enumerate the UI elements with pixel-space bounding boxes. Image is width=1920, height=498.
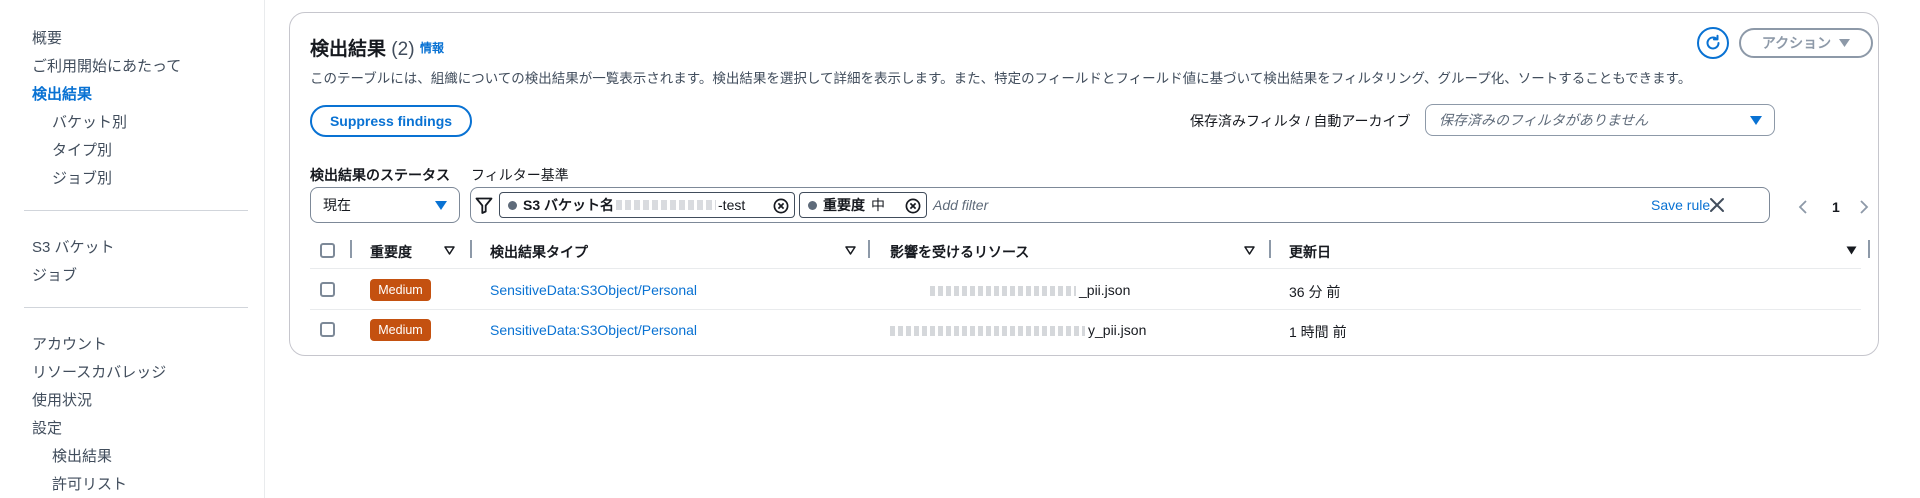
chevron-right-icon[interactable] (1859, 199, 1869, 215)
updated-time: 36 分 前 (1289, 284, 1341, 300)
filter-bar[interactable]: S3 バケット名 -test 重要度 中 Add filter Save rul… (470, 187, 1770, 223)
row-checkbox[interactable] (320, 322, 335, 337)
select-all-checkbox[interactable] (320, 243, 335, 258)
token-value: -test (718, 197, 746, 213)
column-header-finding-type[interactable]: 検出結果タイプ (490, 242, 588, 262)
column-header-severity[interactable]: 重要度 (370, 242, 412, 262)
sidebar-item-jobs[interactable]: ジョブ (32, 264, 77, 285)
info-link[interactable]: 情報 (420, 39, 444, 56)
sidebar-item-s3-buckets[interactable]: S3 バケット (32, 236, 115, 257)
chevron-left-icon[interactable] (1798, 199, 1808, 215)
filter-token-severity[interactable]: 重要度 中 (799, 192, 927, 218)
sort-desc-icon[interactable] (1846, 246, 1857, 255)
token-dot (508, 200, 517, 210)
sidebar-item-overview[interactable]: 概要 (32, 27, 62, 48)
column-separator (1868, 240, 1870, 258)
page-title: 検出結果 (2) (310, 39, 415, 60)
sidebar-item-by-bucket[interactable]: バケット別 (52, 111, 127, 132)
clear-filters-icon[interactable] (1708, 196, 1726, 214)
sidebar-divider (24, 307, 248, 308)
save-rule-link[interactable]: Save rule (1651, 197, 1710, 213)
sidebar-item-allow-lists[interactable]: 許可リスト (52, 473, 127, 494)
severity-badge: Medium (370, 279, 431, 301)
caret-down-icon (435, 201, 447, 210)
row-divider (310, 309, 1861, 310)
saved-filter-select[interactable]: 保存済みのフィルタがありません (1425, 104, 1775, 136)
updated-time: 1 時間 前 (1289, 324, 1347, 340)
findings-count: (2) (391, 39, 415, 60)
header-divider (310, 268, 1861, 269)
row-checkbox[interactable] (320, 282, 335, 297)
caret-down-icon (1750, 116, 1762, 125)
column-separator (1269, 240, 1271, 258)
status-value: 現在 (323, 197, 351, 213)
refresh-icon (1706, 34, 1720, 50)
column-separator (470, 240, 472, 258)
column-separator (868, 240, 870, 258)
filter-token-bucket[interactable]: S3 バケット名 -test (499, 192, 795, 218)
token-dot (808, 200, 817, 210)
refresh-button[interactable] (1697, 27, 1729, 59)
saved-filter-label: 保存済みフィルタ / 自動アーカイブ (1190, 113, 1411, 129)
sidebar-item-settings[interactable]: 設定 (32, 417, 62, 438)
column-separator (350, 240, 352, 258)
sort-icon[interactable] (444, 246, 455, 255)
sidebar-item-by-type[interactable]: タイプ別 (52, 139, 112, 160)
sidebar-item-settings-findings[interactable]: 検出結果 (52, 445, 112, 466)
column-header-updated[interactable]: 更新日 (1289, 242, 1331, 262)
sidebar-item-getting-started[interactable]: ご利用開始にあたって (32, 55, 181, 76)
sidebar-item-resource-coverage[interactable]: リソースカバレッジ (32, 361, 166, 382)
redacted-text (616, 200, 717, 210)
sort-icon[interactable] (1244, 246, 1255, 255)
suppress-findings-button[interactable]: Suppress findings (310, 105, 472, 137)
filter-icon (475, 197, 493, 214)
finding-type-link[interactable]: SensitiveData:S3Object/Personal (490, 322, 697, 338)
actions-label: アクション (1761, 35, 1832, 51)
sidebar-item-accounts[interactable]: アカウント (32, 333, 107, 354)
filter-label: フィルター基準 (471, 167, 569, 183)
sidebar: 概要 ご利用開始にあたって 検出結果 バケット別 タイプ別 ジョブ別 S3 バケ… (0, 0, 265, 498)
findings-panel: 検出結果 (2) 情報 このテーブルには、組織についての検出結果が一覧表示されま… (289, 12, 1879, 356)
severity-badge: Medium (370, 319, 431, 341)
actions-button[interactable]: アクション (1739, 28, 1873, 58)
token-key: S3 バケット名 (523, 197, 615, 213)
sidebar-item-findings[interactable]: 検出結果 (32, 83, 92, 104)
redacted-text (930, 286, 1076, 297)
sidebar-divider (24, 210, 248, 211)
finding-type-link[interactable]: SensitiveData:S3Object/Personal (490, 282, 697, 298)
saved-filter-placeholder: 保存済みのフィルタがありません (1439, 112, 1649, 128)
affected-resource: y_pii.json (890, 322, 1146, 338)
remove-token-icon[interactable] (773, 198, 789, 214)
remove-token-icon[interactable] (905, 198, 921, 214)
status-label: 検出結果のステータス (310, 167, 450, 183)
panel-description: このテーブルには、組織についての検出結果が一覧表示されます。検出結果を選択して詳… (310, 71, 1692, 86)
sort-icon[interactable] (845, 246, 856, 255)
page-number[interactable]: 1 (1832, 199, 1840, 215)
column-header-affected-resource[interactable]: 影響を受けるリソース (890, 242, 1029, 262)
token-value: 中 (871, 197, 885, 213)
sidebar-item-by-job[interactable]: ジョブ別 (52, 167, 112, 188)
add-filter-input[interactable]: Add filter (933, 197, 988, 213)
status-select[interactable]: 現在 (310, 187, 460, 223)
redacted-text (890, 326, 1085, 337)
token-key: 重要度 (823, 197, 865, 213)
affected-resource: _pii.json (930, 282, 1130, 298)
caret-down-icon (1839, 39, 1851, 47)
sidebar-item-usage[interactable]: 使用状況 (32, 389, 92, 410)
